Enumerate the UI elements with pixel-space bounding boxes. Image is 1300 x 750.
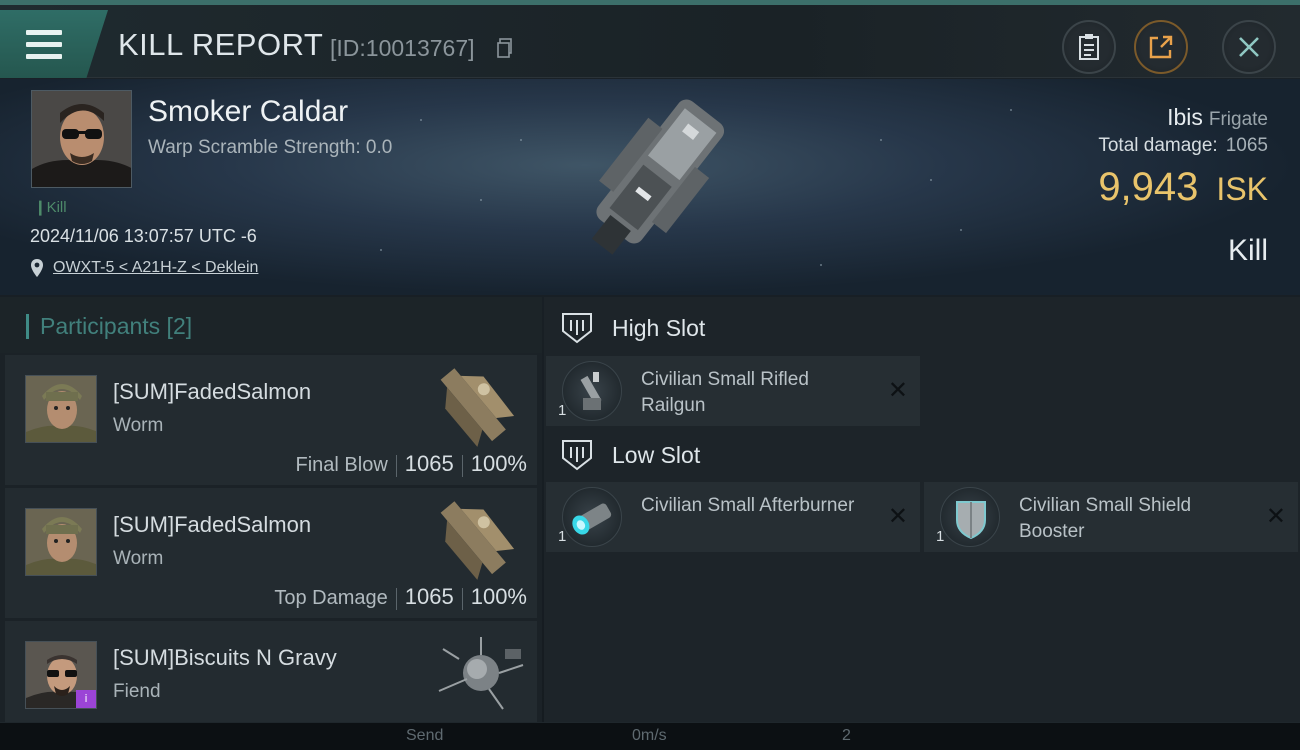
result-label: Kill xyxy=(1227,234,1268,267)
shield-booster-icon xyxy=(940,487,1000,547)
participant-stats: Top Damage 1065 100% xyxy=(274,584,527,610)
participant-stats: Final Blow 1065 100% xyxy=(295,451,527,477)
kill-report-screen: KILL REPORT [ID:10013767] Smoker Caldar … xyxy=(0,0,1300,750)
victim-banner: Smoker Caldar Warp Scramble Strength: 0.… xyxy=(0,79,1300,295)
participant-row[interactable]: i [SUM]Biscuits N Gravy Fiend xyxy=(5,621,537,722)
header-accent-bar xyxy=(26,314,29,339)
module-name: Civilian Small Shield Booster xyxy=(1019,495,1192,542)
share-button[interactable] xyxy=(1134,20,1188,74)
total-damage-value: 1065 xyxy=(1225,135,1268,156)
speed-readout: 0m/s xyxy=(632,727,667,744)
victim-portrait[interactable] xyxy=(31,90,132,188)
participant-ship-image xyxy=(438,637,524,710)
participant-name: [SUM]FadedSalmon xyxy=(113,512,312,537)
participant-ship: Worm xyxy=(113,548,164,569)
module-item[interactable]: 1 Civilian Small Afterburner ✕ xyxy=(546,482,920,552)
participants-header: Participants [2] xyxy=(0,297,542,353)
participant-avatar[interactable] xyxy=(25,508,97,576)
total-damage-line: Total damage: 1065 xyxy=(1098,135,1268,157)
module-quantity: 1 xyxy=(558,528,567,545)
module-item[interactable]: 1 Civilian Small Rifled Railgun ✕ xyxy=(546,356,920,426)
clipboard-button[interactable] xyxy=(1062,20,1116,74)
isk-unit: ISK xyxy=(1216,171,1268,207)
close-button[interactable] xyxy=(1222,20,1276,74)
participant-tag: Final Blow xyxy=(295,454,388,476)
high-slot-label: High Slot xyxy=(612,315,706,341)
module-item[interactable]: 1 Civilian Small Shield Booster ✕ xyxy=(924,482,1298,552)
participant-ship-image xyxy=(440,368,515,447)
destroyed-x-icon: ✕ xyxy=(887,502,908,530)
module-name: Civilian Small Afterburner xyxy=(641,495,855,516)
victim-ship-image xyxy=(591,99,725,255)
total-damage-label: Total damage: xyxy=(1098,135,1218,156)
copy-icon[interactable] xyxy=(497,38,513,58)
participant-row[interactable]: [SUM]FadedSalmon Worm Final Blow 1065 100% xyxy=(5,355,537,485)
menu-button[interactable] xyxy=(0,10,108,78)
bottom-hud: Send 0m/s 2 xyxy=(0,722,1300,750)
kill-location-link[interactable]: OWXT-5 < A21H-Z < Deklein xyxy=(53,259,258,277)
participant-ship: Fiend xyxy=(113,681,161,702)
close-icon xyxy=(1239,37,1259,57)
location-pin-icon xyxy=(31,259,43,277)
isk-line: 9,943 ISK xyxy=(1098,165,1268,210)
afterburner-icon xyxy=(562,487,622,547)
send-button[interactable]: Send xyxy=(406,727,443,745)
participant-ship: Worm xyxy=(113,415,164,436)
victim-ship-name: Ibis xyxy=(1167,104,1203,130)
warp-scramble-strength: Warp Scramble Strength: 0.0 xyxy=(148,137,393,158)
isk-value: 9,943 xyxy=(1098,165,1199,209)
fitting-panel: High Slot 1 Civilian Small Rifled Railgu… xyxy=(544,297,1300,722)
participant-percent: 100% xyxy=(470,451,527,476)
report-id: [ID:10013767] xyxy=(330,35,475,61)
participant-tag: Top Damage xyxy=(274,587,388,609)
participant-percent: 100% xyxy=(470,584,527,609)
module-quantity: 1 xyxy=(936,528,945,545)
participants-panel: Participants [2] [SUM]FadedSalmon Worm F… xyxy=(0,297,542,722)
participants-title: Participants [2] xyxy=(40,313,193,339)
participant-name: [SUM]Biscuits N Gravy xyxy=(113,645,337,670)
share-icon xyxy=(1149,35,1173,59)
page-title: KILL REPORT xyxy=(118,27,324,62)
low-slot-icon xyxy=(562,440,592,471)
high-slot-icon xyxy=(562,313,592,344)
participant-damage: 1065 xyxy=(404,584,454,609)
module-quantity: 1 xyxy=(558,402,567,419)
victim-ship-class: Frigate xyxy=(1208,109,1268,130)
info-badge-icon: i xyxy=(76,690,96,708)
kill-datetime: 2024/11/06 13:07:57 UTC -6 xyxy=(30,226,257,246)
module-name: Civilian Small Rifled Railgun xyxy=(641,369,809,416)
participant-avatar[interactable]: i xyxy=(25,641,97,709)
participant-ship-image xyxy=(440,501,515,580)
ship-line: Ibis Frigate xyxy=(1167,104,1268,131)
kill-tag: ❙Kill xyxy=(34,199,67,216)
railgun-icon xyxy=(562,361,622,421)
participant-avatar[interactable] xyxy=(25,375,97,443)
participant-damage: 1065 xyxy=(404,451,454,476)
hud-count: 2 xyxy=(842,727,851,744)
participant-name: [SUM]FadedSalmon xyxy=(113,379,312,404)
destroyed-x-icon: ✕ xyxy=(1265,502,1286,530)
menu-icon xyxy=(26,30,62,60)
clipboard-icon xyxy=(1079,34,1099,60)
participant-row[interactable]: [SUM]FadedSalmon Worm Top Damage 1065 100% xyxy=(5,488,537,618)
header-bar: KILL REPORT [ID:10013767] xyxy=(0,5,1300,78)
destroyed-x-icon: ✕ xyxy=(887,376,908,404)
victim-name: Smoker Caldar xyxy=(148,95,349,128)
low-slot-label: Low Slot xyxy=(612,442,701,468)
